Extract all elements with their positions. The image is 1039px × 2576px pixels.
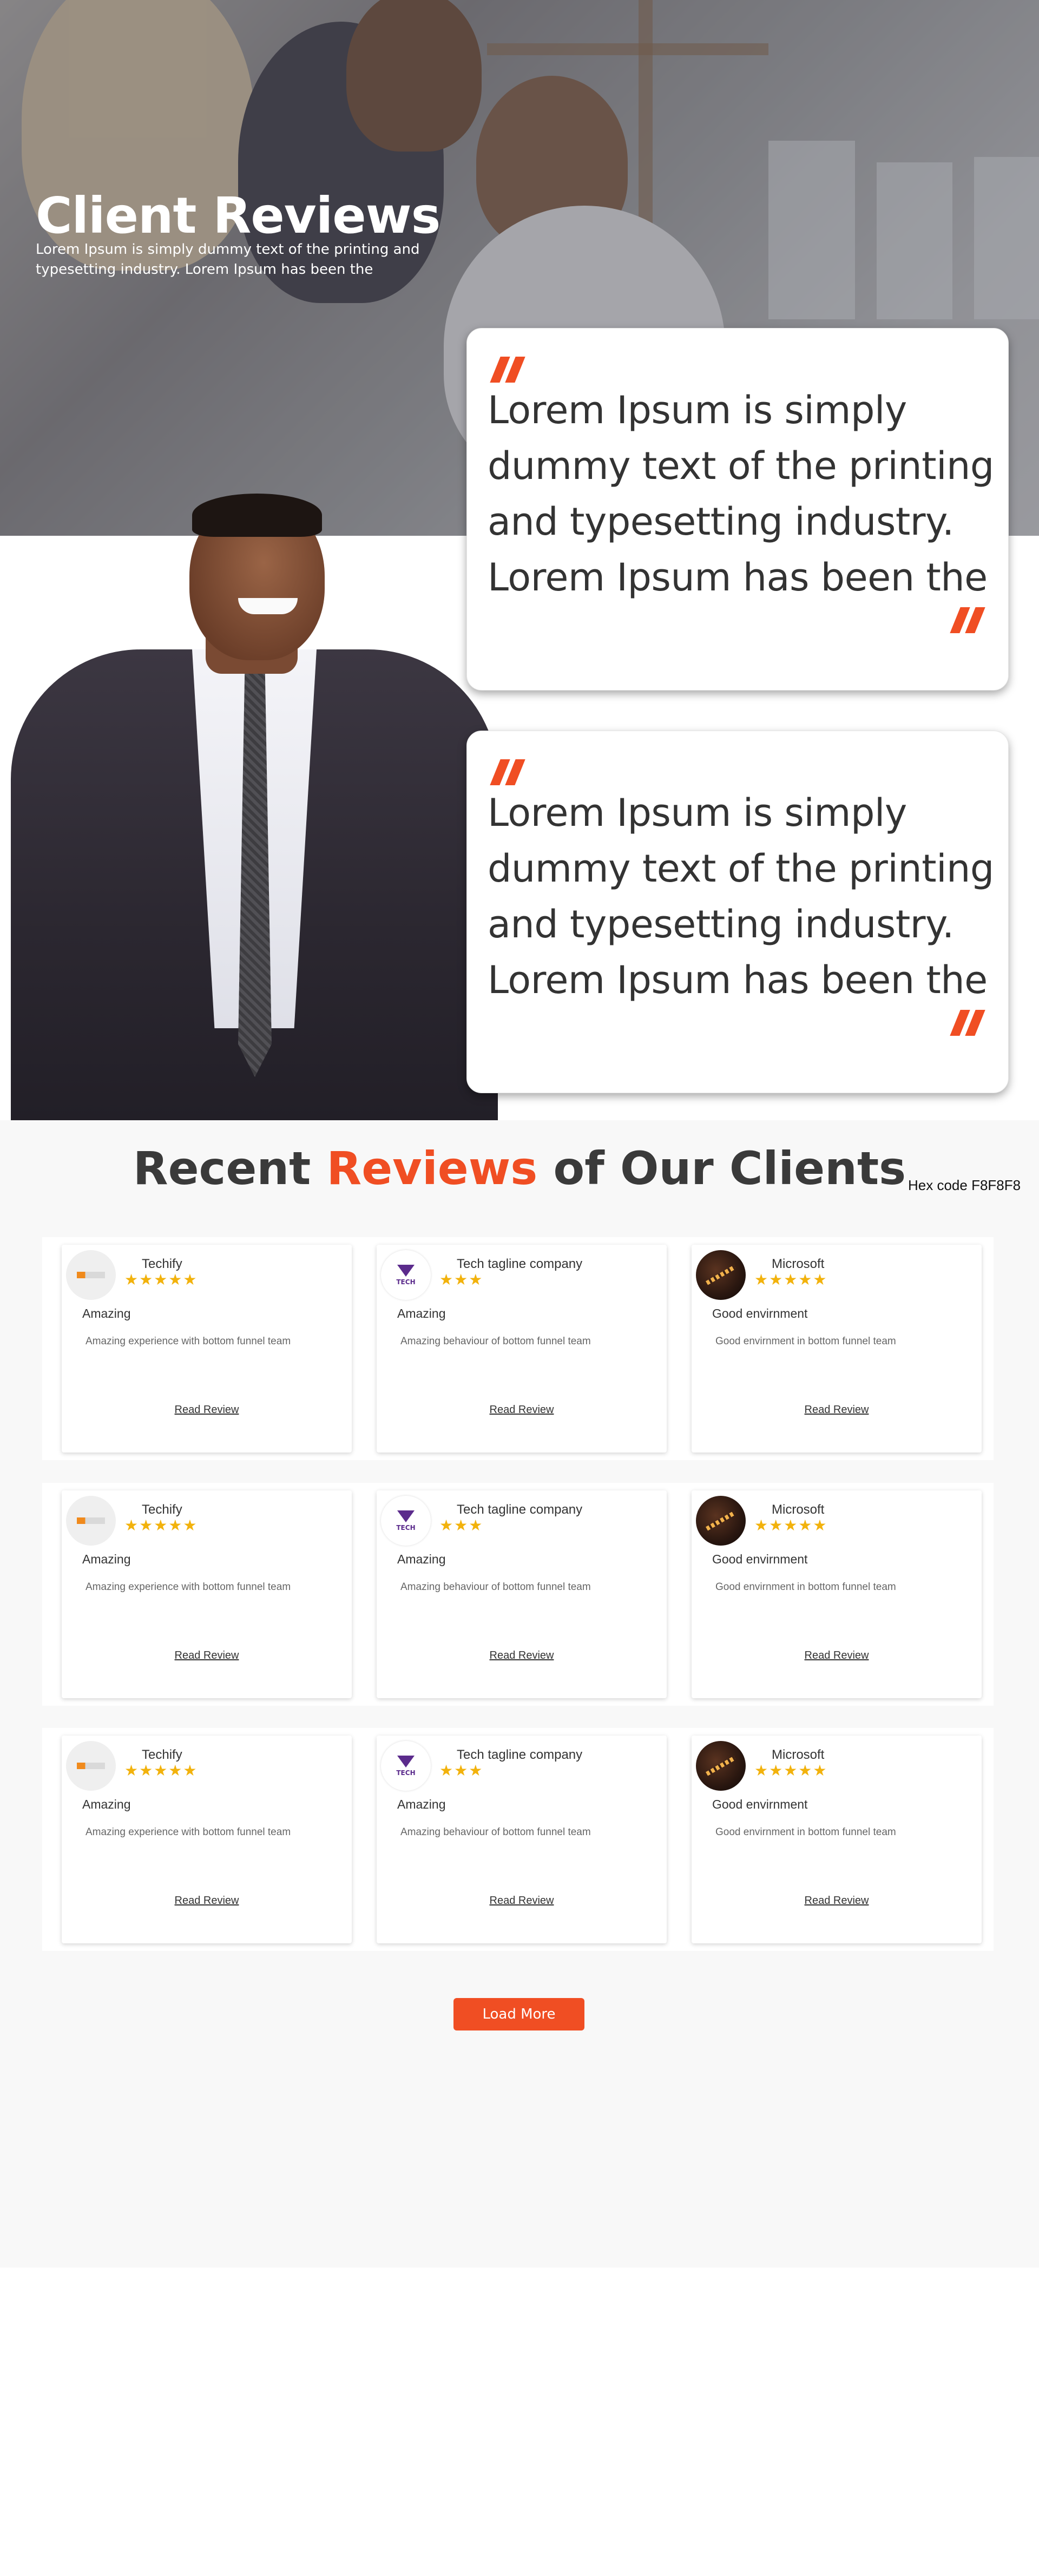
review-title: Amazing <box>82 1797 131 1811</box>
review-title: Amazing <box>397 1306 446 1320</box>
hex-code-note: Hex code F8F8F8 <box>908 1177 1021 1193</box>
techify-logo-icon <box>66 1741 116 1791</box>
review-card: Microsoft ★★★★★ Good envirnment Good envirn… <box>692 1736 982 1943</box>
review-card: TECH Tech tagline company ★★★ Amazing Amazin… <box>377 1736 667 1943</box>
read-review-link[interactable]: Read Review <box>377 1404 667 1416</box>
read-review-link[interactable]: Read Review <box>377 1895 667 1907</box>
review-text: Amazing behaviour of bottom funnel team <box>400 1826 591 1838</box>
quote-open-icon <box>490 357 525 383</box>
review-title: Amazing <box>82 1306 131 1320</box>
star-rating: ★★★ <box>439 1762 484 1779</box>
review-card: Techify ★★★★★ Amazing Amazing experience wi… <box>62 1490 352 1698</box>
review-card: Microsoft ★★★★★ Good envirnment Good envirn… <box>692 1245 982 1453</box>
testimonial-card: Lorem Ipsum is simply dummy text of the … <box>466 731 1009 1093</box>
review-text: Amazing behaviour of bottom funnel team <box>400 1336 591 1347</box>
read-review-link[interactable]: Read Review <box>62 1650 352 1662</box>
review-card: Microsoft ★★★★★ Good envirnment Good envirn… <box>692 1490 982 1698</box>
section-title: Recent Reviews of Our Clients <box>133 1142 906 1195</box>
read-review-link[interactable]: Read Review <box>692 1895 982 1907</box>
star-rating: ★★★★★ <box>124 1762 198 1779</box>
quote-close-icon <box>950 607 985 633</box>
star-rating: ★★★★★ <box>754 1762 828 1779</box>
review-title: Amazing <box>397 1797 446 1811</box>
tech-logo-icon: TECH <box>381 1250 431 1300</box>
company-name: Tech tagline company <box>457 1502 583 1517</box>
review-title: Amazing <box>82 1552 131 1566</box>
techify-logo-icon <box>66 1250 116 1300</box>
company-name: Microsoft <box>772 1747 825 1762</box>
company-name: Techify <box>142 1502 182 1517</box>
microsoft-avatar <box>696 1496 746 1546</box>
techify-logo-icon <box>66 1496 116 1546</box>
hero-subtitle: Lorem Ipsum is simply dummy text of the … <box>36 241 420 278</box>
review-row: Techify ★★★★★ Amazing Amazing experience wi… <box>42 1483 994 1706</box>
review-card: TECH Tech tagline company ★★★ Amazing Amazin… <box>377 1490 667 1698</box>
star-rating: ★★★ <box>439 1271 484 1289</box>
read-review-link[interactable]: Read Review <box>377 1650 667 1662</box>
testimonial-text: Lorem Ipsum is simply dummy text of the … <box>488 791 994 1002</box>
read-review-link[interactable]: Read Review <box>62 1404 352 1416</box>
review-card: TECH Tech tagline company ★★★ Amazing Amazin… <box>377 1245 667 1453</box>
read-review-link[interactable]: Read Review <box>692 1650 982 1662</box>
review-text: Amazing experience with bottom funnel te… <box>86 1336 291 1347</box>
review-title: Good envirnment <box>712 1306 808 1320</box>
hero-title: Client Reviews <box>36 187 440 245</box>
review-card: Techify ★★★★★ Amazing Amazing experience wi… <box>62 1245 352 1453</box>
review-card: Techify ★★★★★ Amazing Amazing experience wi… <box>62 1736 352 1943</box>
review-text: Amazing experience with bottom funnel te… <box>86 1826 291 1838</box>
client-portrait <box>11 487 498 1120</box>
testimonial-card: Lorem Ipsum is simply dummy text of the … <box>466 328 1009 691</box>
company-name: Tech tagline company <box>457 1257 583 1271</box>
company-name: Techify <box>142 1747 182 1762</box>
review-row: Techify ★★★★★ Amazing Amazing experience wi… <box>42 1237 994 1460</box>
microsoft-avatar <box>696 1250 746 1300</box>
quote-close-icon <box>950 1010 985 1036</box>
company-name: Tech tagline company <box>457 1747 583 1762</box>
tech-logo-icon: TECH <box>381 1741 431 1791</box>
company-name: Microsoft <box>772 1502 825 1517</box>
star-rating: ★★★★★ <box>754 1516 828 1534</box>
review-title: Amazing <box>397 1552 446 1566</box>
company-name: Microsoft <box>772 1257 825 1271</box>
star-rating: ★★★★★ <box>754 1271 828 1289</box>
testimonial-text: Lorem Ipsum is simply dummy text of the … <box>488 388 994 600</box>
star-rating: ★★★★★ <box>124 1271 198 1289</box>
review-text: Good envirnment in bottom funnel team <box>715 1826 896 1838</box>
load-more-button[interactable]: Load More <box>453 1998 584 2030</box>
review-text: Good envirnment in bottom funnel team <box>715 1336 896 1347</box>
read-review-link[interactable]: Read Review <box>692 1404 982 1416</box>
star-rating: ★★★★★ <box>124 1516 198 1534</box>
review-text: Amazing experience with bottom funnel te… <box>86 1581 291 1593</box>
review-title: Good envirnment <box>712 1797 808 1811</box>
tech-logo-icon: TECH <box>381 1496 431 1546</box>
read-review-link[interactable]: Read Review <box>62 1895 352 1907</box>
review-text: Good envirnment in bottom funnel team <box>715 1581 896 1593</box>
company-name: Techify <box>142 1257 182 1271</box>
review-row: Techify ★★★★★ Amazing Amazing experience wi… <box>42 1728 994 1951</box>
review-title: Good envirnment <box>712 1552 808 1566</box>
quote-open-icon <box>490 759 525 785</box>
microsoft-avatar <box>696 1741 746 1791</box>
review-text: Amazing behaviour of bottom funnel team <box>400 1581 591 1593</box>
star-rating: ★★★ <box>439 1516 484 1534</box>
